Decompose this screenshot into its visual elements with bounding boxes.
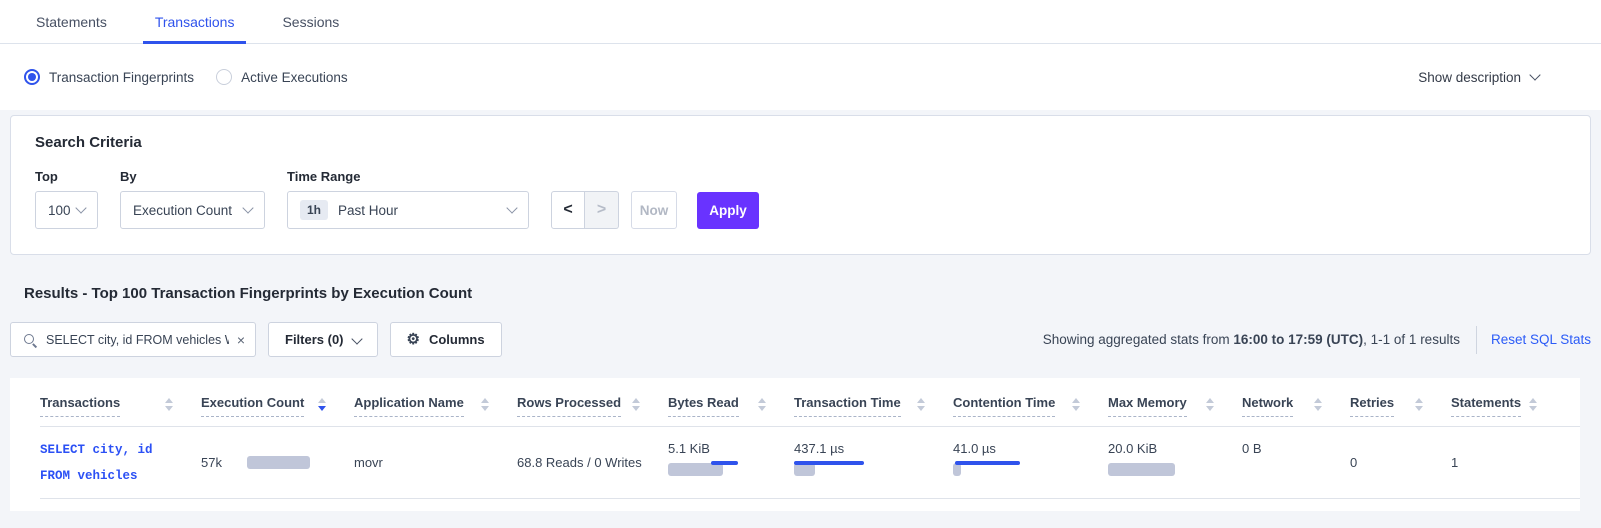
cell-bytes-read: 5.1 KiB xyxy=(668,427,794,498)
tab-statements[interactable]: Statements xyxy=(24,0,119,43)
search-criteria-title: Search Criteria xyxy=(35,134,1566,151)
by-field: By Execution Count xyxy=(120,169,265,229)
column-header-statements[interactable]: Statements xyxy=(1451,395,1565,417)
stats-prefix: Showing aggregated stats from xyxy=(1043,332,1234,347)
tab-transactions[interactable]: Transactions xyxy=(143,0,247,43)
aggregated-stats-text: Showing aggregated stats from 16:00 to 1… xyxy=(1043,332,1460,347)
sort-icon[interactable] xyxy=(1072,398,1080,411)
transactions-table: Transactions Execution Count Application… xyxy=(10,378,1580,511)
page-content: Search Criteria Top 100 By Execution Cou… xyxy=(0,115,1601,511)
view-toggle-bar: Transaction Fingerprints Active Executio… xyxy=(0,44,1601,110)
top-select-value: 100 xyxy=(48,203,71,218)
table-row: SELECT city, id FROM vehicles 57k movr 6… xyxy=(40,427,1580,499)
top-bar: Statements Transactions Sessions Transac… xyxy=(0,0,1601,110)
execution-count-bar xyxy=(247,456,347,469)
next-time-button[interactable]: > xyxy=(585,191,619,229)
search-criteria-panel: Search Criteria Top 100 By Execution Cou… xyxy=(10,115,1591,255)
results-toolbar: SELECT city, id FROM vehicles WHE × Filt… xyxy=(10,322,1591,357)
results-heading: Results - Top 100 Transaction Fingerprin… xyxy=(24,285,1591,302)
cell-max-memory: 20.0 KiB xyxy=(1108,427,1242,498)
cell-rows-processed: 68.8 Reads / 0 Writes xyxy=(517,427,668,498)
tab-bar: Statements Transactions Sessions xyxy=(0,0,1601,44)
stats-range: 16:00 to 17:59 (UTC) xyxy=(1233,332,1363,347)
by-select-value: Execution Count xyxy=(133,203,232,218)
search-criteria-form: Top 100 By Execution Count Time Range 1h… xyxy=(35,169,1566,229)
column-header-retries[interactable]: Retries xyxy=(1350,395,1451,417)
columns-button[interactable]: ⚙ Columns xyxy=(390,322,502,357)
by-label: By xyxy=(120,169,265,184)
cell-statements: 1 xyxy=(1451,427,1565,498)
cell-contention-time: 41.0 µs xyxy=(953,427,1108,498)
cell-network: 0 B xyxy=(1242,427,1350,498)
time-range-label: Time Range xyxy=(287,169,529,184)
column-header-application-name[interactable]: Application Name xyxy=(354,395,517,417)
by-select[interactable]: Execution Count xyxy=(120,191,265,229)
cell-retries: 0 xyxy=(1350,427,1451,498)
tab-sessions[interactable]: Sessions xyxy=(270,0,351,43)
sort-icon[interactable] xyxy=(1314,398,1322,411)
columns-label: Columns xyxy=(429,332,485,347)
sql-search-input[interactable]: SELECT city, id FROM vehicles WHE × xyxy=(10,322,256,357)
radio-unselected-icon[interactable] xyxy=(216,69,232,85)
now-button[interactable]: Now xyxy=(631,191,677,229)
top-field: Top 100 xyxy=(35,169,98,229)
column-header-contention-time[interactable]: Contention Time xyxy=(953,395,1108,417)
column-header-transactions[interactable]: Transactions xyxy=(40,395,201,417)
sort-icon[interactable] xyxy=(1529,398,1537,411)
sort-icon[interactable] xyxy=(165,398,173,411)
sort-icon[interactable] xyxy=(318,398,326,411)
radio-active-executions[interactable]: Active Executions xyxy=(216,69,348,85)
radio-transaction-fingerprints[interactable]: Transaction Fingerprints xyxy=(24,69,194,85)
sort-icon[interactable] xyxy=(632,398,640,411)
filters-label: Filters (0) xyxy=(285,332,344,347)
clear-search-icon[interactable]: × xyxy=(229,332,245,348)
search-input-value[interactable]: SELECT city, id FROM vehicles WHE xyxy=(46,333,229,347)
transaction-fingerprint-link[interactable]: SELECT city, id FROM vehicles xyxy=(40,437,153,489)
column-header-network[interactable]: Network xyxy=(1242,395,1350,417)
sort-icon[interactable] xyxy=(1206,398,1214,411)
cell-application-name: movr xyxy=(354,427,517,498)
sort-icon[interactable] xyxy=(758,398,766,411)
time-range-value: Past Hour xyxy=(338,203,398,218)
column-header-max-memory[interactable]: Max Memory xyxy=(1108,395,1242,417)
radio-label: Transaction Fingerprints xyxy=(49,70,194,85)
sort-icon[interactable] xyxy=(481,398,489,411)
gear-icon: ⚙ xyxy=(407,332,420,347)
time-range-select[interactable]: 1h Past Hour xyxy=(287,191,529,229)
radio-selected-icon[interactable] xyxy=(24,69,40,85)
column-header-execution-count[interactable]: Execution Count xyxy=(201,395,354,417)
time-pager: < > xyxy=(551,191,619,229)
chevron-down-icon xyxy=(242,202,253,213)
cell-transaction-time: 437.1 µs xyxy=(794,427,953,498)
chevron-down-icon xyxy=(351,333,362,344)
show-description-toggle[interactable]: Show description xyxy=(1418,70,1539,85)
vertical-divider xyxy=(1476,326,1477,354)
chevron-down-icon xyxy=(506,202,517,213)
top-select[interactable]: 100 xyxy=(35,191,98,229)
filters-button[interactable]: Filters (0) xyxy=(268,322,378,357)
stats-suffix: , 1-1 of 1 results xyxy=(1363,332,1460,347)
reset-sql-stats-link[interactable]: Reset SQL Stats xyxy=(1491,332,1591,347)
column-header-rows-processed[interactable]: Rows Processed xyxy=(517,395,668,417)
show-description-label: Show description xyxy=(1418,70,1521,85)
time-range-badge: 1h xyxy=(300,200,328,220)
radio-label: Active Executions xyxy=(241,70,348,85)
top-label: Top xyxy=(35,169,98,184)
sort-icon[interactable] xyxy=(1415,398,1423,411)
search-icon xyxy=(23,333,37,347)
time-range-field: Time Range 1h Past Hour xyxy=(287,169,529,229)
table-header-row: Transactions Execution Count Application… xyxy=(40,378,1580,427)
cell-transaction-fingerprint: SELECT city, id FROM vehicles xyxy=(40,427,201,498)
column-header-bytes-read[interactable]: Bytes Read xyxy=(668,395,794,417)
chevron-down-icon xyxy=(75,202,86,213)
sort-icon[interactable] xyxy=(917,398,925,411)
apply-button[interactable]: Apply xyxy=(697,192,759,229)
cell-execution-count: 57k xyxy=(201,427,354,498)
previous-time-button[interactable]: < xyxy=(551,191,585,229)
column-header-transaction-time[interactable]: Transaction Time xyxy=(794,395,953,417)
chevron-down-icon xyxy=(1529,69,1540,80)
